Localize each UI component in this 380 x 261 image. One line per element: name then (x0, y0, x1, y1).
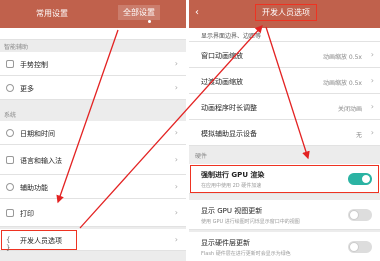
arrow-to-developer-title (79, 25, 263, 229)
arrow-to-all-settings (56, 29, 119, 204)
arrow-to-gpu-rendering (265, 26, 310, 160)
annotation-arrows (56, 25, 310, 229)
